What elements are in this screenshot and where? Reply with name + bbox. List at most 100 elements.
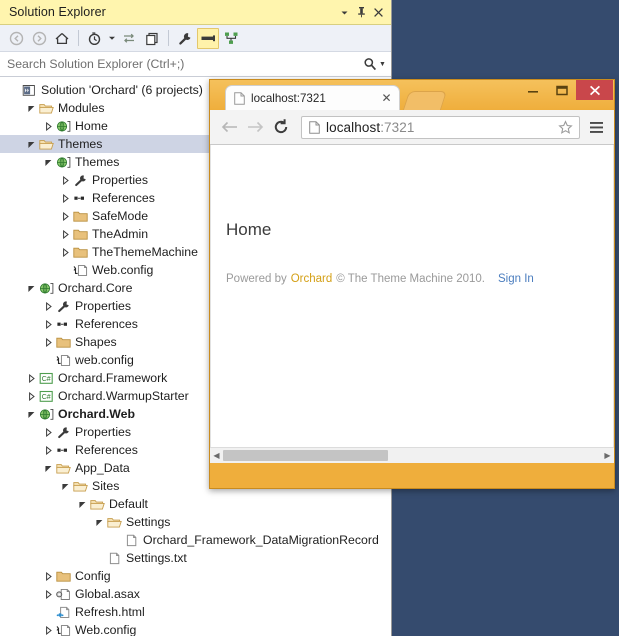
new-tab-button[interactable] [402,91,448,110]
tree-item-label: Orchard.Core [58,281,133,295]
home-icon[interactable] [51,28,73,49]
browser-tab[interactable]: localhost:7321 ✕ [225,85,400,110]
tree-item-orchard-framework-datamigrationrecord[interactable]: Orchard_Framework_DataMigrationRecord [0,531,391,549]
pin-icon[interactable] [353,4,370,21]
chevron-collapsed-icon[interactable] [42,315,55,333]
tree-item-default[interactable]: Default [0,495,391,513]
folder-open-icon [38,99,55,117]
horizontal-scrollbar[interactable]: ◀ ▶ [210,447,614,463]
chevron-collapsed-icon[interactable] [59,189,72,207]
chevron-collapsed-icon[interactable] [59,207,72,225]
chevron-down-icon[interactable]: ▼ [378,61,387,68]
footer-suffix: © The Theme Machine 2010. [336,273,485,285]
preview-icon[interactable] [197,27,219,49]
bookmark-star-icon[interactable] [556,119,574,135]
tree-item-config[interactable]: Config [0,567,391,585]
page-icon [307,120,321,134]
tree-twisty-empty [42,603,55,621]
tree-item-label: Home [75,119,108,133]
scroll-left-icon[interactable]: ◀ [210,448,223,463]
reload-icon[interactable] [269,115,293,139]
browser-titlebar: localhost:7321 ✕ [210,80,614,110]
tree-item-refresh-html[interactable]: Refresh.html [0,603,391,621]
solution-explorer-titlebar: Solution Explorer [0,0,391,25]
forward-arrow-icon[interactable] [243,115,267,139]
solution-explorer-toolbar [0,25,391,52]
back-arrow-icon[interactable] [217,115,241,139]
sync-arrows-icon[interactable] [118,28,140,49]
chevron-collapsed-icon[interactable] [25,387,38,405]
tree-item-label: web.config [75,353,134,367]
scrollbar-thumb[interactable] [223,450,388,461]
chevron-collapsed-icon[interactable] [59,171,72,189]
clock-icon[interactable] [84,28,106,49]
tree-item-label: Orchard_Framework_DataMigrationRecord [143,533,379,547]
folder-icon [55,333,72,351]
scroll-right-icon[interactable]: ▶ [601,448,614,463]
folder-open-icon [38,135,55,153]
chevron-collapsed-icon[interactable] [42,117,55,135]
chevron-expanded-icon[interactable] [59,477,72,495]
chevron-expanded-icon[interactable] [25,279,38,297]
orchard-link[interactable]: Orchard [291,273,333,285]
folder-open-icon [89,495,106,513]
chevron-expanded-icon[interactable] [93,513,106,531]
page-heading: Home [226,220,272,239]
chevron-collapsed-icon[interactable] [42,441,55,459]
chevron-collapsed-icon[interactable] [42,567,55,585]
close-icon[interactable] [576,80,613,100]
config-file-icon [55,351,72,369]
search-input[interactable]: Search Solution Explorer (Ctrl+;) ▼ [0,52,391,77]
tree-item-settings[interactable]: Settings [0,513,391,531]
minimize-icon[interactable] [518,80,547,100]
tree-item-label: Properties [75,299,132,313]
svg-text:C#: C# [42,393,51,400]
chevron-expanded-icon[interactable] [25,99,38,117]
chevron-expanded-icon[interactable] [25,405,38,423]
tree-item-web-config[interactable]: Web.config [0,621,391,636]
config-file-icon [72,261,89,279]
chevron-expanded-icon[interactable] [42,153,55,171]
chevron-down-icon[interactable] [336,4,353,21]
back-button[interactable] [5,28,27,49]
class-view-icon[interactable] [220,28,242,49]
chevron-collapsed-icon[interactable] [59,225,72,243]
sign-in-link[interactable]: Sign In [498,273,534,285]
collapse-all-icon[interactable] [141,28,163,49]
tree-item-label: Themes [75,155,120,169]
hamburger-menu-icon[interactable] [586,115,607,139]
url-text: localhost:7321 [326,120,556,135]
tree-item-label: TheThemeMachine [92,245,198,259]
chevron-down-icon[interactable] [107,28,117,49]
url-host: localhost [326,119,381,135]
wrench-icon[interactable] [174,28,196,49]
global-asax-icon [55,585,72,603]
chevron-collapsed-icon[interactable] [25,369,38,387]
web-project-icon [55,153,72,171]
chevron-expanded-icon[interactable] [42,459,55,477]
forward-button[interactable] [28,28,50,49]
search-icon[interactable] [362,56,378,72]
chevron-collapsed-icon[interactable] [42,333,55,351]
close-icon[interactable] [370,4,387,21]
tree-item-label: Settings.txt [126,551,187,565]
chevron-collapsed-icon[interactable] [59,243,72,261]
chevron-expanded-icon[interactable] [76,495,89,513]
address-bar[interactable]: localhost:7321 [301,115,580,139]
scrollbar-track[interactable] [223,448,601,463]
tree-twisty-empty [8,81,21,99]
chevron-collapsed-icon[interactable] [42,423,55,441]
chevron-collapsed-icon[interactable] [42,297,55,315]
tree-item-label: Shapes [75,335,117,349]
tree-item-label: Default [109,497,148,511]
browser-window: localhost:7321 ✕ localhost:7321 Home Pow… [209,79,615,489]
chevron-collapsed-icon[interactable] [42,585,55,603]
tree-item-label: Orchard.WarmupStarter [58,389,189,403]
tab-close-icon[interactable]: ✕ [380,91,393,105]
chevron-collapsed-icon[interactable] [42,621,55,636]
chevron-expanded-icon[interactable] [25,135,38,153]
tree-item-settings-txt[interactable]: Settings.txt [0,549,391,567]
tree-item-label: Web.config [75,623,137,636]
maximize-icon[interactable] [547,80,576,100]
tree-item-global-asax[interactable]: Global.asax [0,585,391,603]
